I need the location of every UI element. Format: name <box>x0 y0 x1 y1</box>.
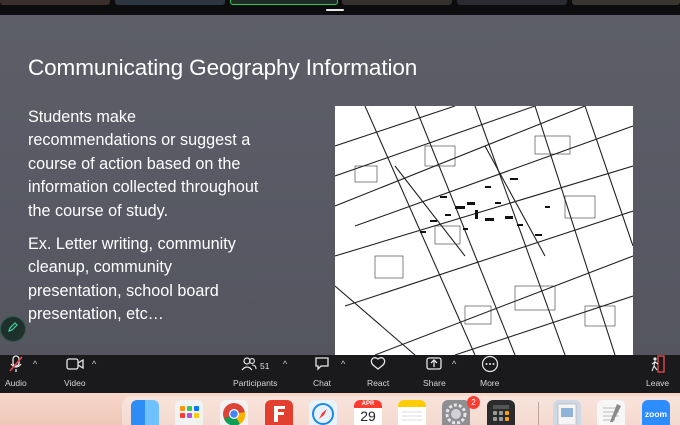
slide-text-line: Ex. Letter writing, community <box>28 235 236 253</box>
more-label: More <box>480 378 500 388</box>
share-screen-icon <box>426 356 442 376</box>
react-button[interactable]: React <box>367 356 390 388</box>
dock-separator <box>538 402 539 425</box>
gallery-resize-handle[interactable] <box>326 9 344 11</box>
safari-icon[interactable] <box>309 400 337 425</box>
meeting-toolbar: Audio ^ Video ^ 51 Participants ^ Chat ^… <box>0 354 680 393</box>
chat-button[interactable]: Chat <box>313 357 331 388</box>
preview-icon[interactable] <box>553 400 581 425</box>
video-gallery-strip <box>0 0 680 14</box>
heart-reaction-icon <box>369 356 387 377</box>
participant-thumbnail[interactable] <box>342 0 452 5</box>
more-ellipsis-icon <box>481 355 499 378</box>
launchpad-icon[interactable] <box>175 400 203 425</box>
participant-thumbnail[interactable] <box>115 0 225 5</box>
slide-text-line: course of action based on the <box>28 154 241 173</box>
calendar-icon[interactable]: APR 29 <box>354 400 382 425</box>
audio-options-chevron-icon[interactable]: ^ <box>33 359 37 369</box>
participants-label: Participants <box>233 378 278 388</box>
leave-door-icon <box>650 354 666 378</box>
slide-text-line: information collected throughout <box>28 178 259 197</box>
participant-count: 51 <box>259 361 270 371</box>
calendar-day: 29 <box>360 408 376 424</box>
participant-thumbnail[interactable] <box>0 0 110 5</box>
video-button[interactable]: Video <box>64 357 86 388</box>
street-map-image <box>335 106 633 355</box>
fantastical-icon[interactable] <box>265 400 293 425</box>
video-options-chevron-icon[interactable]: ^ <box>92 359 96 369</box>
zoom-app-label: zoom <box>644 409 668 419</box>
textedit-icon[interactable] <box>597 400 625 425</box>
share-options-chevron-icon[interactable]: ^ <box>452 359 456 369</box>
slide-text-line: presentation, school board <box>28 281 219 300</box>
slide-text-line: presentation, etc… <box>28 305 164 324</box>
react-label: React <box>367 378 390 388</box>
slide-text-line: cleanup, community <box>28 258 172 277</box>
leave-button[interactable]: Leave <box>646 354 670 388</box>
notes-icon[interactable] <box>398 400 426 425</box>
calendar-month: APR <box>354 400 382 408</box>
slide-paragraph-1: Students make recommendations or suggest… <box>28 106 298 223</box>
calculator-icon[interactable] <box>487 400 515 425</box>
more-button[interactable]: More <box>480 355 500 388</box>
participants-options-chevron-icon[interactable]: ^ <box>283 359 287 369</box>
shared-screen-slide: Communicating Geography Information Stud… <box>0 15 680 355</box>
participant-thumbnail[interactable] <box>572 0 680 5</box>
video-camera-icon <box>66 357 84 375</box>
notification-badge: 2 <box>467 396 480 409</box>
slide-text-line: recommendations or suggest a <box>28 131 251 150</box>
participants-button[interactable]: 51 Participants <box>233 356 278 388</box>
chat-options-chevron-icon[interactable]: ^ <box>341 359 345 369</box>
system-settings-icon[interactable] <box>442 400 470 425</box>
slide-title: Communicating Geography Information <box>28 55 418 80</box>
chat-label: Chat <box>313 378 331 388</box>
slide-text-line: Students make <box>28 108 136 126</box>
video-label: Video <box>64 378 86 388</box>
active-speaker-thumbnail[interactable] <box>230 0 338 5</box>
pen-icon <box>7 320 19 338</box>
leave-label: Leave <box>646 378 670 388</box>
participants-icon <box>241 356 257 376</box>
chrome-icon[interactable] <box>220 400 248 425</box>
participant-thumbnail[interactable] <box>457 0 567 5</box>
share-button[interactable]: Share <box>423 357 446 388</box>
finder-icon[interactable] <box>131 400 159 425</box>
chat-bubble-icon <box>314 356 330 376</box>
annotate-pen-button[interactable] <box>0 316 26 342</box>
zoom-app-icon[interactable]: zoom <box>642 400 670 425</box>
audio-label: Audio <box>5 378 27 388</box>
share-label: Share <box>423 378 446 388</box>
microphone-muted-icon <box>8 354 24 378</box>
slide-paragraph-2: Ex. Letter writing, community cleanup, c… <box>28 233 268 327</box>
audio-button[interactable]: Audio <box>5 354 27 388</box>
slide-text-line: the course of study. <box>28 201 169 220</box>
